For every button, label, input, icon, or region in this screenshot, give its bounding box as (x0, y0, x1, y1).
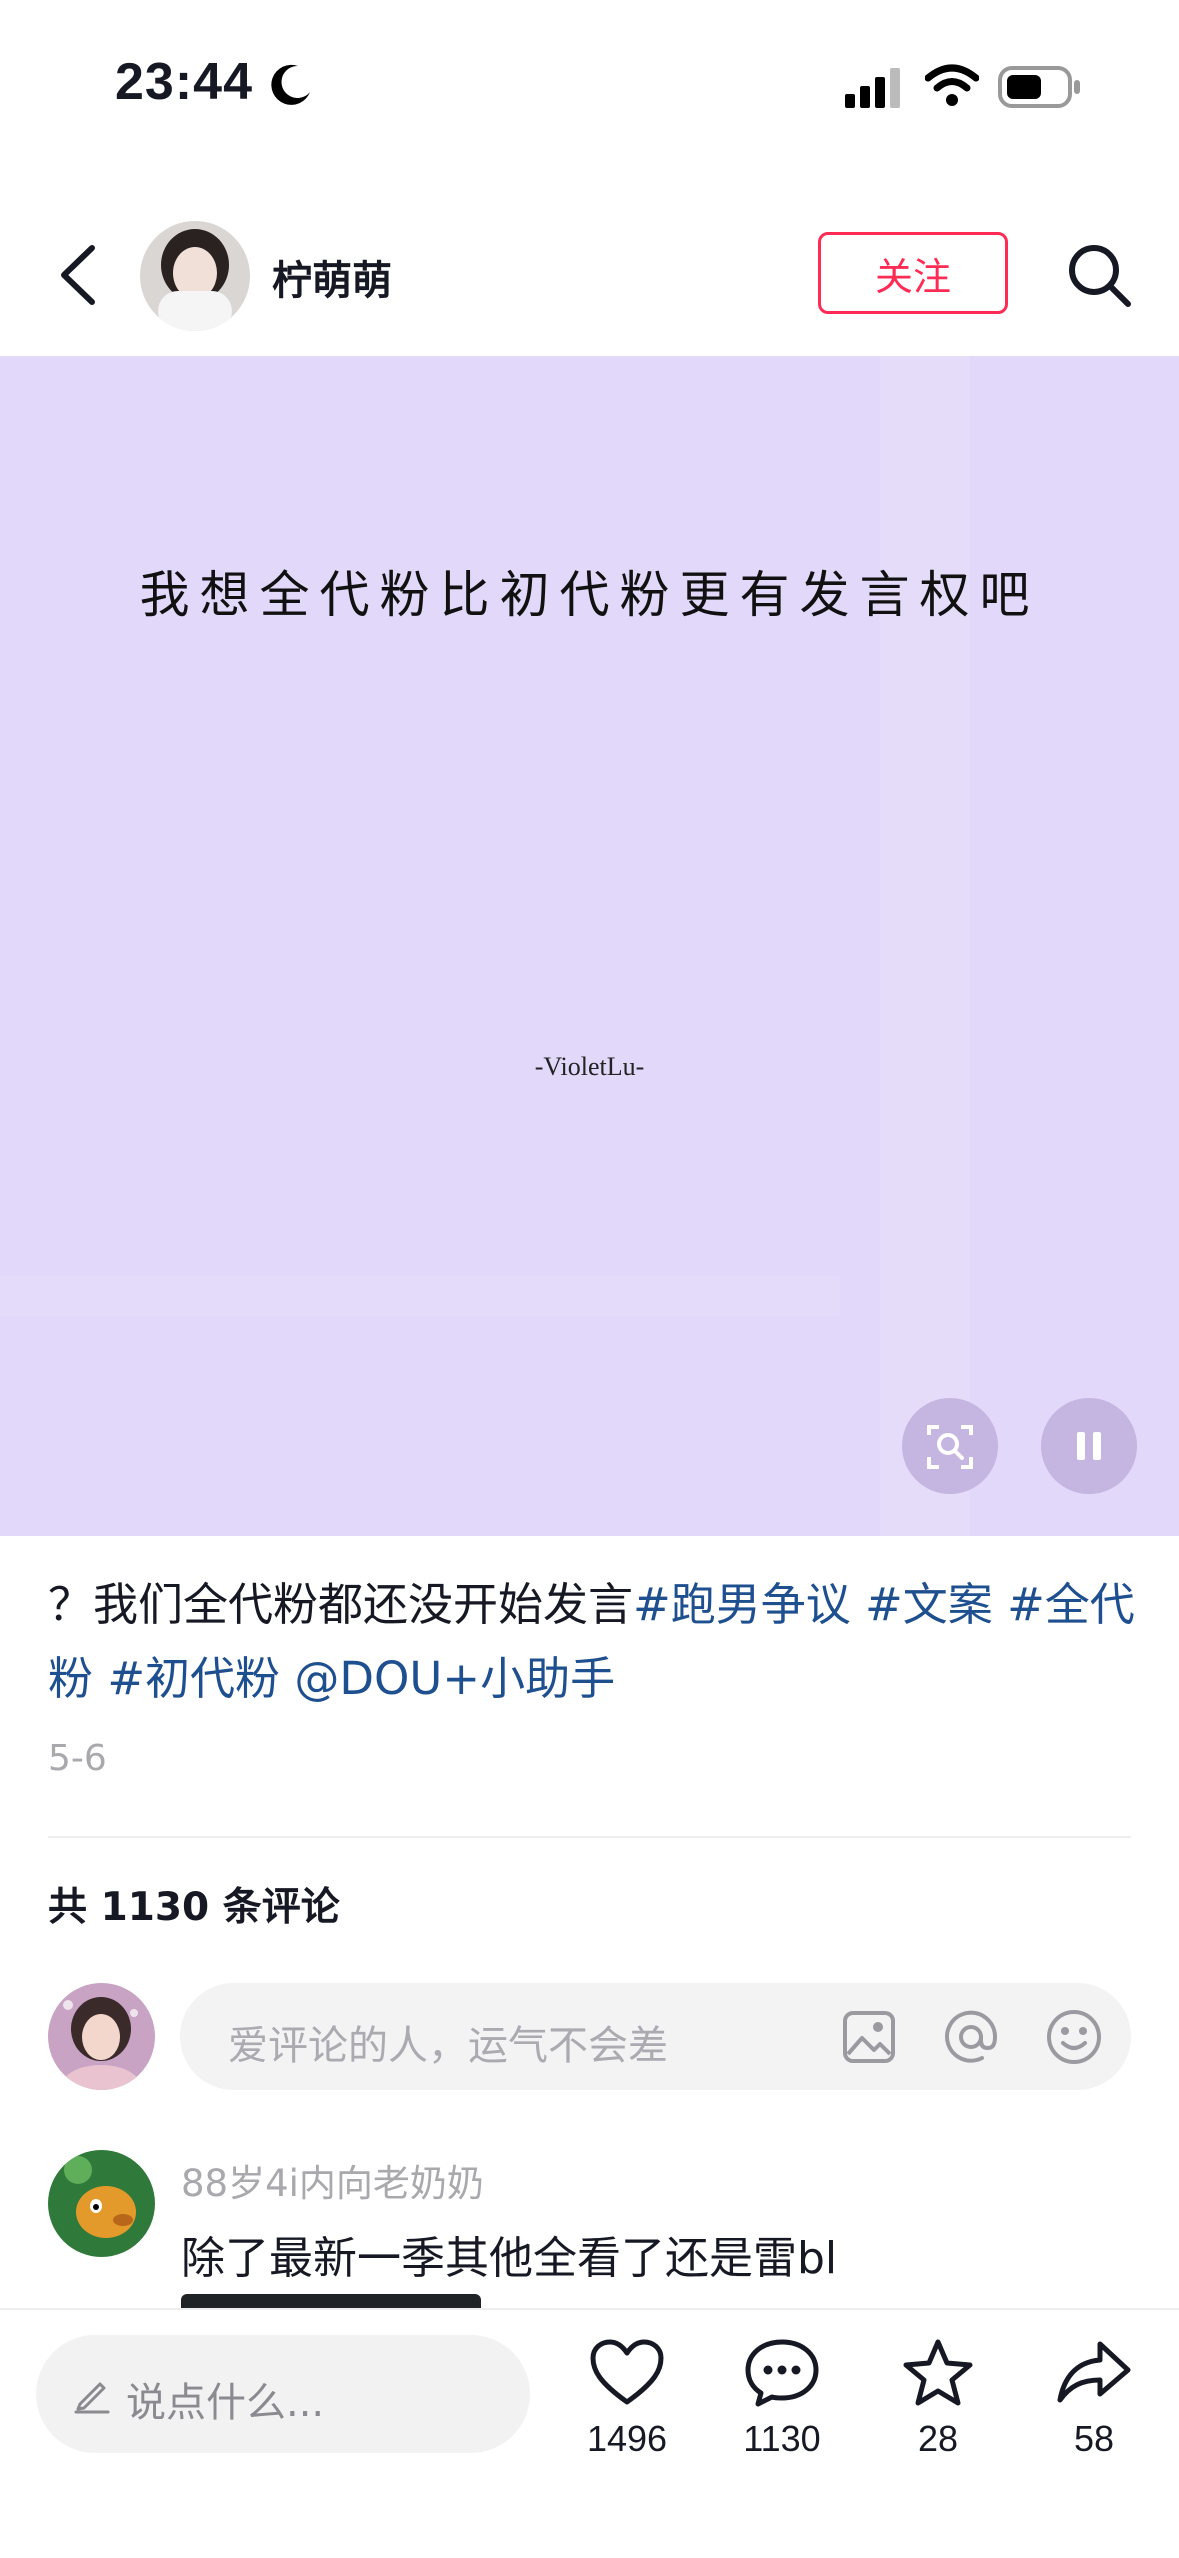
video-caption: 我想全代粉比初代粉更有发言权吧 (139, 566, 1040, 624)
hashtag[interactable]: #初代粉 (107, 1652, 280, 1705)
wifi-icon (925, 64, 979, 106)
comment-icon (745, 2339, 819, 2407)
pause-button[interactable] (1041, 1398, 1137, 1494)
battery-icon (998, 66, 1080, 108)
video-light-band (0, 1276, 840, 1316)
star-icon (903, 2339, 973, 2406)
author-avatar[interactable] (140, 221, 250, 331)
favorite-count: 28 (917, 2418, 959, 2459)
favorite-button[interactable]: 28 (878, 2338, 998, 2460)
status-time: 23:44 (115, 53, 253, 111)
moon-icon (271, 64, 310, 105)
share-icon (1057, 2341, 1131, 2403)
video-credit: -VioletLu- (534, 1052, 645, 1081)
like-count: 1496 (586, 2418, 668, 2459)
post-date: 5-6 (48, 1738, 107, 1779)
mention[interactable]: @DOU+小助手 (294, 1652, 615, 1705)
emoji-icon[interactable] (1045, 2008, 1103, 2066)
image-icon[interactable] (842, 2010, 896, 2064)
pause-icon (1077, 1432, 1101, 1460)
share-count: 58 (1073, 2418, 1115, 2459)
hashtag[interactable]: #跑男争议 (633, 1578, 851, 1631)
hashtag[interactable]: #文案 (865, 1578, 993, 1631)
description-text: ？我们全代粉都还没开始发言 (48, 1578, 634, 1631)
comment-count: 共 1130 条评论 (48, 1885, 340, 1930)
signal-icon (845, 68, 900, 108)
heart-icon (590, 2339, 664, 2405)
comment-username[interactable]: 88岁4i内向老奶奶 (181, 2153, 484, 2207)
back-icon[interactable] (52, 242, 102, 308)
commenter-avatar[interactable] (48, 2150, 155, 2257)
follow-button[interactable]: 关注 (818, 232, 1008, 314)
my-avatar[interactable] (48, 1983, 155, 2090)
share-button[interactable]: 58 (1034, 2338, 1154, 2460)
comment-text: 除了最新一季其他全看了还是雷bl (181, 2233, 838, 2284)
like-button[interactable]: 1496 (567, 2338, 687, 2460)
divider (48, 1836, 1131, 1838)
video-light-streak (880, 356, 970, 1536)
comment-button[interactable]: 1130 (722, 2338, 842, 2460)
video-player[interactable] (0, 356, 1179, 1536)
comment-input-placeholder: 爱评论的人，运气不会差 (228, 2023, 668, 2069)
post-description: ？我们全代粉都还没开始发言#跑男争议 #文案 #全代粉 #初代粉 @DOU+小助… (48, 1568, 1138, 1716)
search-icon[interactable] (1064, 240, 1134, 310)
bottom-input-placeholder: 说点什么... (126, 2380, 325, 2426)
lens-icon (927, 1425, 973, 1469)
author-name[interactable]: 柠萌萌 (272, 248, 392, 306)
lens-search-button[interactable] (902, 1398, 998, 1494)
at-icon[interactable] (942, 2008, 1000, 2066)
pencil-icon (74, 2382, 110, 2414)
comment-total: 1130 (743, 2418, 821, 2459)
